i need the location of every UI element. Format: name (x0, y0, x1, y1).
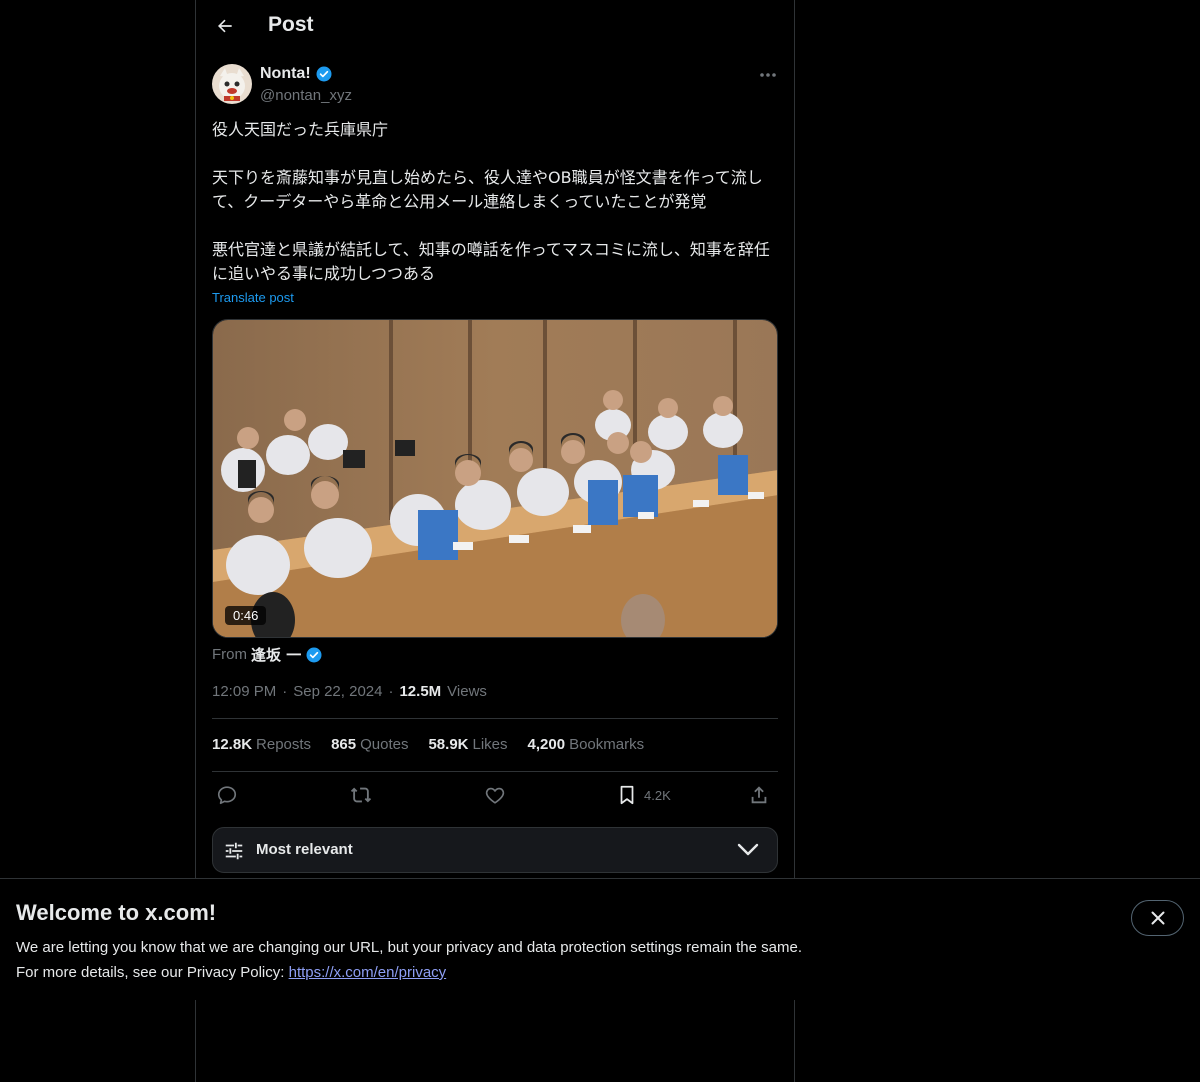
repost-button[interactable] (350, 782, 372, 808)
reply-icon (217, 786, 237, 805)
translate-post-link[interactable]: Translate post (212, 290, 294, 305)
divider (212, 771, 778, 772)
reply-button[interactable] (216, 782, 238, 808)
reposts-stat[interactable]: 12.8K Reposts (212, 736, 311, 753)
share-icon (751, 786, 767, 804)
quotes-count: 865 (331, 736, 357, 753)
url-change-banner: Welcome to x.com! We are letting you kno… (0, 878, 1200, 1000)
action-bar: 4.2K (212, 782, 778, 808)
reply-sort-dropdown[interactable]: Most relevant (212, 827, 778, 873)
bookmarks-stat[interactable]: 4,200 Bookmarks (528, 736, 645, 753)
bookmarks-label: Bookmarks (569, 736, 645, 753)
banner-line-1: We are letting you know that we are chan… (16, 939, 802, 956)
avatar[interactable] (212, 64, 252, 104)
views-label: Views (447, 683, 487, 700)
quotes-stat[interactable]: 865 Quotes (331, 736, 408, 753)
more-icon (760, 73, 776, 77)
more-options-button[interactable] (756, 64, 780, 86)
banner-title: Welcome to x.com! (16, 900, 217, 925)
like-button[interactable] (484, 782, 506, 808)
video-duration: 0:46 (225, 606, 267, 625)
sort-filter-icon (225, 842, 243, 860)
banner-line-2-prefix: For more details, see our Privacy Policy… (16, 964, 285, 981)
video-thumbnail (213, 320, 777, 637)
banner-line-2: For more details, see our Privacy Policy… (16, 960, 1016, 985)
top-bar: Post (196, 0, 794, 53)
sort-label: Most relevant (256, 841, 353, 858)
quotes-label: Quotes (360, 736, 409, 753)
bookmark-icon (620, 785, 634, 805)
divider (212, 718, 778, 719)
share-button[interactable] (748, 782, 770, 808)
post-time[interactable]: 12:09 PM (212, 683, 276, 700)
verified-badge-icon (306, 647, 322, 662)
video-source-name[interactable]: 逢坂 一 (251, 644, 301, 665)
like-icon (485, 787, 505, 804)
verified-badge-icon (316, 66, 332, 82)
reposts-count: 12.8K (212, 736, 253, 753)
likes-count: 58.9K (428, 736, 469, 753)
likes-stat[interactable]: 58.9K Likes (428, 736, 507, 753)
page-title: Post (268, 13, 314, 36)
chevron-down-icon (737, 843, 759, 856)
privacy-policy-link[interactable]: https://x.com/en/privacy (289, 964, 447, 981)
bookmark-button[interactable]: 4.2K (616, 782, 671, 808)
views-count: 12.5M (399, 683, 442, 700)
meta-separator: · (282, 683, 288, 700)
reposts-label: Reposts (256, 736, 312, 753)
repost-icon (350, 787, 372, 803)
bookmark-count: 4.2K (644, 787, 671, 803)
from-prefix: From (212, 646, 247, 663)
video-player[interactable]: 0:46 (212, 319, 778, 638)
close-icon (1151, 911, 1164, 925)
engagement-stats: 12.8K Reposts 865 Quotes 58.9K Likes 4,200 B… (212, 736, 644, 753)
author-name[interactable]: Nonta! (260, 65, 333, 83)
meta-separator: · (388, 683, 394, 700)
back-arrow-icon (218, 19, 232, 33)
banner-close-button[interactable] (1131, 900, 1184, 936)
video-source-line: From 逢坂 一 (212, 644, 323, 665)
author-handle[interactable]: @nontan_xyz (260, 87, 352, 104)
banner-body: We are letting you know that we are chan… (16, 935, 1016, 985)
post-meta: 12:09 PM · Sep 22, 2024 · 12.5M Views (212, 683, 487, 700)
back-button[interactable] (208, 9, 242, 43)
author-name-text: Nonta! (260, 65, 311, 82)
post-text: 役人天国だった兵庫県庁 天下りを斎藤知事が見直し始めたら、役人達やOB職員が怪文… (212, 120, 770, 283)
post-date[interactable]: Sep 22, 2024 (293, 683, 382, 700)
bookmarks-count: 4,200 (527, 736, 566, 753)
likes-label: Likes (472, 736, 508, 753)
